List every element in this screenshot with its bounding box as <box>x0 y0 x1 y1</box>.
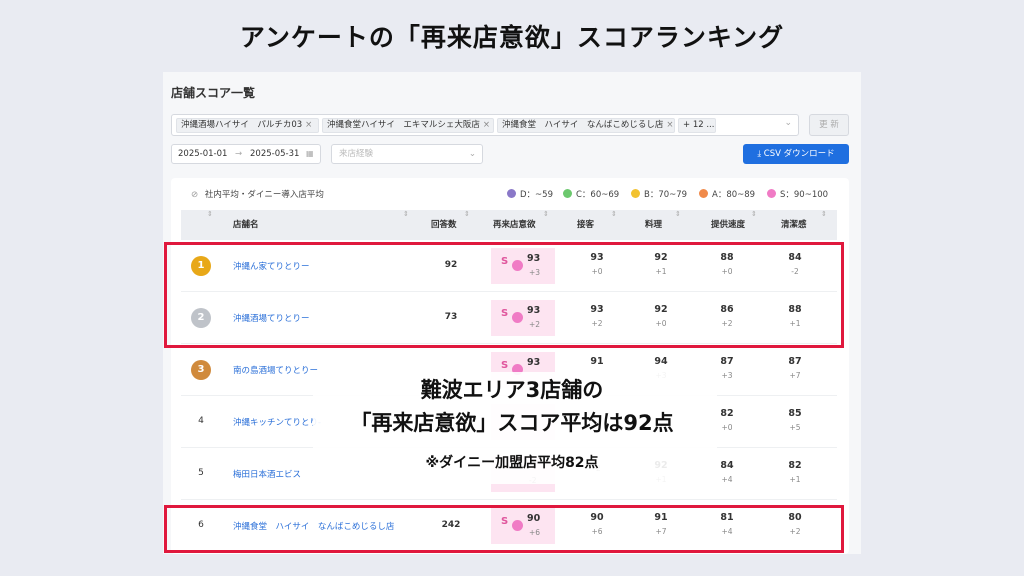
sort-icon[interactable]: ⇕ <box>464 210 470 218</box>
table-header: ⇕ 店舗名 ⇕ 回答数 ⇕ 再来店意欲 ⇕ 接客 ⇕ 料理 ⇕ 提供速度 ⇕ 清… <box>181 210 837 240</box>
panel-title: 店舗スコア一覧 <box>171 86 256 100</box>
date-from: 2025-01-01 <box>178 149 228 159</box>
more-stores-chip[interactable]: + 12 ... <box>678 118 716 133</box>
rank-medal-icon: 3 <box>191 360 211 380</box>
sort-icon[interactable]: ⇕ <box>207 210 213 218</box>
sort-icon[interactable]: ⇕ <box>403 210 409 218</box>
clean-score-cell: 82 +1 <box>775 460 815 484</box>
eye-off-icon[interactable]: ⊘ <box>191 190 198 200</box>
grade-b-icon <box>631 189 640 198</box>
grade-a-icon <box>699 189 708 198</box>
legend-b: B：70~79 <box>631 188 687 200</box>
chevron-down-icon: ⌄ <box>784 118 792 128</box>
rank-number: 4 <box>198 416 204 426</box>
chevron-down-icon: ⌄ <box>468 149 476 159</box>
sort-icon[interactable]: ⇕ <box>751 210 757 218</box>
clean-score-cell: 85 +5 <box>775 408 815 432</box>
download-icon: ⤓ <box>757 149 762 159</box>
update-button[interactable]: 更 新 <box>809 114 849 136</box>
speed-score: 87 <box>720 356 734 367</box>
header-revisit[interactable]: 再来店意欲 <box>493 210 536 240</box>
revisit-score: 93 <box>527 357 541 368</box>
store-chip[interactable]: 沖縄食堂ハイサイ エキマルシェ大阪店 × <box>322 118 494 133</box>
calendar-icon: ▦ <box>306 149 314 158</box>
grade-c-icon <box>563 189 572 198</box>
slide-title: アンケートの「再来店意欲」スコアランキング <box>239 23 785 52</box>
header-service[interactable]: 接客 <box>577 210 594 240</box>
clean-diff: +7 <box>789 371 801 380</box>
csv-download-button[interactable]: ⤓ CSV ダウンロード <box>743 144 849 164</box>
service-score-cell: 91 <box>577 356 617 371</box>
clean-score: 85 <box>788 408 802 419</box>
clean-score: 87 <box>788 356 802 367</box>
sort-icon[interactable]: ⇕ <box>675 210 681 218</box>
close-icon[interactable]: × <box>483 120 490 130</box>
legend-s: S：90~100 <box>767 188 828 200</box>
header-store[interactable]: 店舗名 <box>233 210 259 240</box>
clean-score-cell: 87 +7 <box>775 356 815 380</box>
store-chip[interactable]: 沖縄酒場ハイサイ パルチカ03 × <box>176 118 319 133</box>
score-table: ⊘ 社内平均・ダイニー導入店平均 D：~59 C：60~69 B：70~79 A… <box>171 178 849 554</box>
close-icon[interactable]: × <box>305 120 312 130</box>
store-filter-select[interactable]: 沖縄酒場ハイサイ パルチカ03 × 沖縄食堂ハイサイ エキマルシェ大阪店 × 沖縄食… <box>171 114 799 136</box>
header-clean[interactable]: 清潔感 <box>781 210 807 240</box>
average-toggle[interactable]: ⊘ 社内平均・ダイニー導入店平均 <box>191 188 324 200</box>
service-score: 91 <box>590 356 604 367</box>
highlight-box-top2 <box>164 242 844 348</box>
date-to: 2025-05-31 <box>250 149 300 159</box>
close-icon[interactable]: × <box>666 120 673 130</box>
legend-a: A：80~89 <box>699 188 755 200</box>
sort-icon[interactable]: ⇕ <box>543 210 549 218</box>
clean-score: 82 <box>788 460 802 471</box>
grade-letter: S <box>501 360 509 371</box>
store-chip[interactable]: 沖縄食堂 ハイサイ なんばこめじるし店 × <box>497 118 675 133</box>
highlight-box-row6 <box>164 505 844 553</box>
header-food[interactable]: 料理 <box>645 210 662 240</box>
date-range-picker[interactable]: 2025-01-01 → 2025-05-31 ▦ <box>171 144 321 164</box>
annotation-line2: 「再来店意欲」スコア平均は92点 <box>350 411 674 435</box>
annotation-overlay: 難波エリア3店舗の 「再来店意欲」スコア平均は92点 ※ダイニー加盟店平均82点 <box>300 374 724 484</box>
sort-icon[interactable]: ⇕ <box>611 210 617 218</box>
clean-diff: +5 <box>789 423 801 432</box>
clean-diff: +1 <box>789 475 801 484</box>
header-speed[interactable]: 提供速度 <box>711 210 745 240</box>
food-score: 94 <box>654 356 668 367</box>
annotation-line3: ※ダイニー加盟店平均82点 <box>425 455 599 471</box>
grade-d-icon <box>507 189 516 198</box>
legend-c: C：60~69 <box>563 188 619 200</box>
header-answers[interactable]: 回答数 <box>431 210 457 240</box>
grade-s-icon <box>767 189 776 198</box>
rank-number: 5 <box>198 468 204 478</box>
annotation-line1: 難波エリア3店舗の <box>420 378 604 402</box>
date-arrow: → <box>235 149 243 159</box>
visit-experience-select[interactable]: 来店経験 ⌄ <box>331 144 483 164</box>
sort-icon[interactable]: ⇕ <box>821 210 827 218</box>
legend-d: D：~59 <box>507 188 553 200</box>
